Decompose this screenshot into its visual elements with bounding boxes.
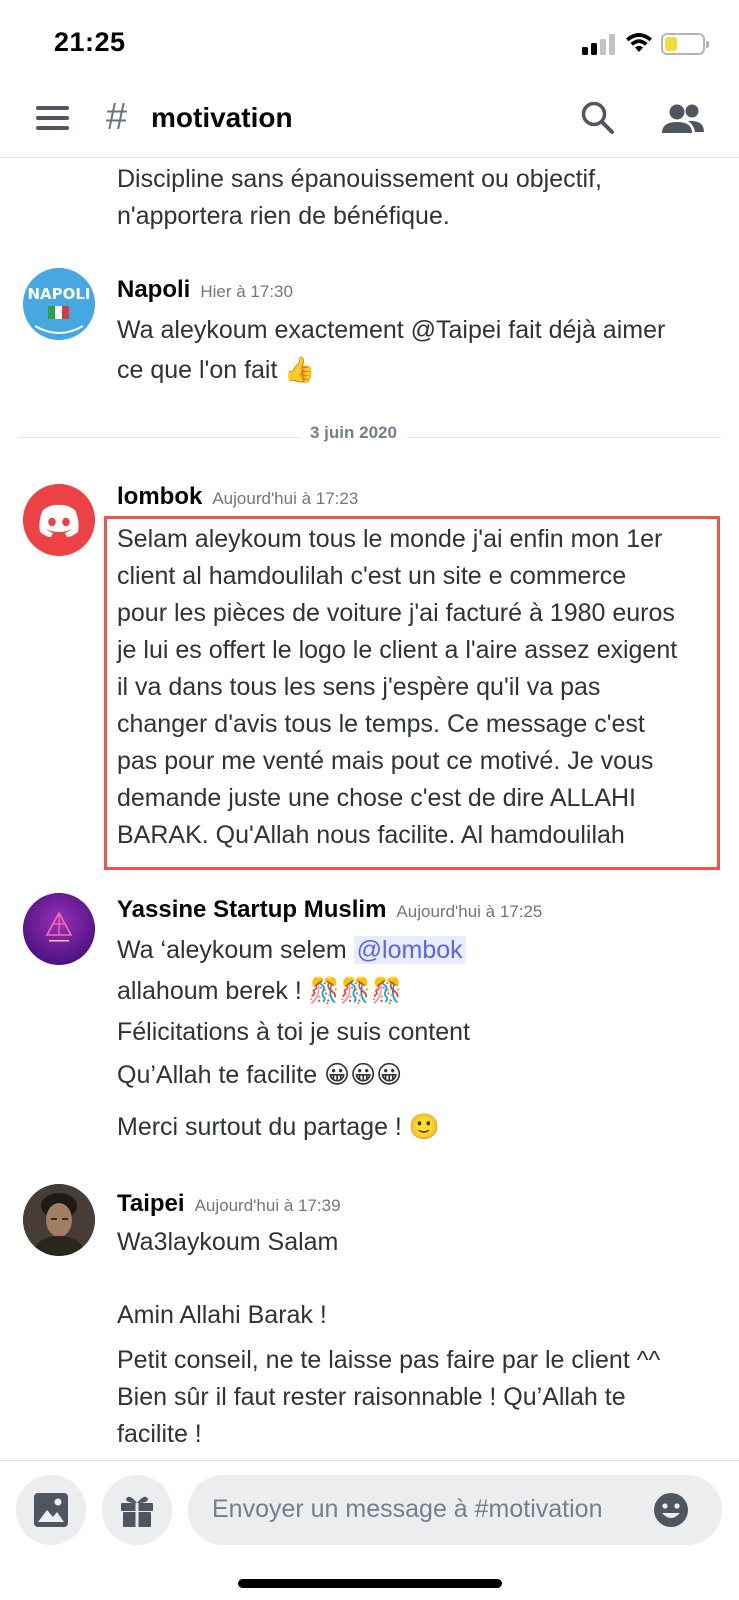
gift-button[interactable]	[102, 1475, 172, 1545]
napoli-logo-icon: NAPOLI	[23, 268, 95, 340]
message-timestamp: Aujourd'hui à 17:39	[194, 1196, 341, 1215]
message-header: lombok Aujourd'hui à 17:23	[117, 483, 358, 511]
members-icon[interactable]	[661, 102, 705, 136]
menu-icon[interactable]	[36, 106, 69, 130]
avatar[interactable]	[23, 484, 95, 556]
gift-icon	[121, 1496, 153, 1527]
channel-header: # motivation	[0, 80, 739, 158]
message-header: Napoli Hier à 17:30	[117, 276, 293, 304]
message-line: Petit conseil, ne te laisse pas faire pa…	[117, 1346, 661, 1374]
upload-image-button[interactable]	[16, 1475, 86, 1545]
message-line: Bien sûr il faut rester raisonnable ! Qu…	[117, 1383, 626, 1411]
message-timestamp: Hier à 17:30	[200, 282, 293, 301]
message-line: Wa aleykoum exactement @Taipei fait déjà…	[117, 316, 666, 344]
message-input[interactable]: Envoyer un message à #motivation	[188, 1475, 722, 1545]
wifi-icon	[626, 33, 652, 52]
startup-logo-icon	[23, 893, 95, 965]
author-name[interactable]: lombok	[117, 483, 202, 510]
cellular-signal-icon	[582, 33, 616, 55]
svg-text:NAPOLI: NAPOLI	[27, 285, 90, 303]
channel-hash-icon: #	[106, 96, 128, 138]
message-line: Félicitations à toi je suis content	[117, 1018, 470, 1046]
message-line: facilite !	[117, 1420, 202, 1448]
message-input-placeholder: Envoyer un message à #motivation	[212, 1495, 603, 1523]
user-photo-icon	[23, 1184, 95, 1256]
home-indicator	[238, 1579, 502, 1588]
date-divider-label: 3 juin 2020	[300, 423, 407, 443]
message-composer: Envoyer un message à #motivation	[0, 1460, 739, 1600]
avatar[interactable]: NAPOLI	[23, 268, 95, 340]
message-header: Yassine Startup Muslim Aujourd'hui à 17:2…	[117, 896, 542, 924]
channel-name: motivation	[151, 102, 293, 133]
message-line: Qu’Allah te facilite 😀😀😀	[117, 1061, 403, 1089]
status-time: 21:25	[54, 27, 126, 57]
message-timestamp: Aujourd'hui à 17:25	[396, 902, 543, 921]
message-timestamp: Aujourd'hui à 17:23	[212, 489, 359, 508]
search-icon[interactable]	[580, 100, 616, 136]
message-line: allahoum berek ! 🎊🎊🎊	[117, 977, 403, 1005]
message-line: Wa3laykoum Salam	[117, 1228, 339, 1256]
message-line: Amin Allahi Barak !	[117, 1301, 327, 1329]
avatar[interactable]	[23, 893, 95, 965]
author-name[interactable]: Napoli	[117, 276, 190, 303]
avatar[interactable]	[23, 1184, 95, 1256]
message-line: Discipline sans épanouissement ou object…	[117, 165, 602, 193]
highlight-box	[104, 516, 720, 870]
discord-logo-icon	[23, 484, 95, 556]
message-text: Wa ‘aleykoum selem	[117, 936, 354, 964]
message-line: ce que l'on fait 👍	[117, 356, 316, 384]
message-line: Wa ‘aleykoum selem @lombok	[117, 932, 466, 969]
author-name[interactable]: Yassine Startup Muslim	[117, 896, 386, 923]
message-header: Taipei Aujourd'hui à 17:39	[117, 1190, 341, 1218]
message-line: Merci surtout du partage ! 🙂	[117, 1113, 440, 1141]
emoji-icon[interactable]	[652, 1491, 690, 1529]
mention-lombok[interactable]: @lombok	[353, 936, 466, 964]
author-name[interactable]: Taipei	[117, 1190, 185, 1217]
message-line: n'apportera rien de bénéfique.	[117, 202, 450, 230]
status-bar: 21:25	[0, 0, 739, 80]
battery-icon	[661, 33, 709, 55]
image-icon	[34, 1493, 68, 1527]
